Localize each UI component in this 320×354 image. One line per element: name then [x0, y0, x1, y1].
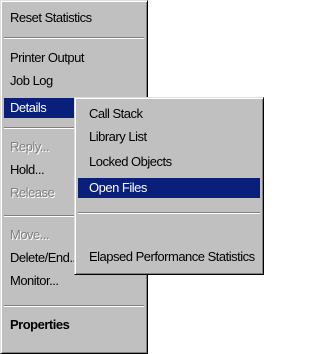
submenu-item-locked-objects[interactable]: Locked Objects [78, 152, 260, 172]
menu-separator [4, 305, 144, 307]
submenu-item-elapsed-performance-statistics[interactable]: Elapsed Performance Statistics [78, 247, 260, 267]
menu-item-job-log[interactable]: Job Log [4, 71, 144, 91]
menu-item-reset-statistics[interactable]: Reset Statistics [4, 8, 144, 28]
submenu-item-open-files[interactable]: Open Files [78, 178, 260, 198]
menu-separator [4, 37, 144, 39]
submenu-item-library-list[interactable]: Library List [78, 127, 260, 147]
details-submenu: Call Stack Library List Locked Objects O… [74, 97, 264, 275]
submenu-separator [78, 212, 260, 214]
submenu-item-call-stack[interactable]: Call Stack [78, 104, 260, 124]
menu-item-details-label: Details [10, 100, 47, 115]
menu-item-properties[interactable]: Properties [4, 315, 144, 335]
menu-item-printer-output[interactable]: Printer Output [4, 48, 144, 68]
